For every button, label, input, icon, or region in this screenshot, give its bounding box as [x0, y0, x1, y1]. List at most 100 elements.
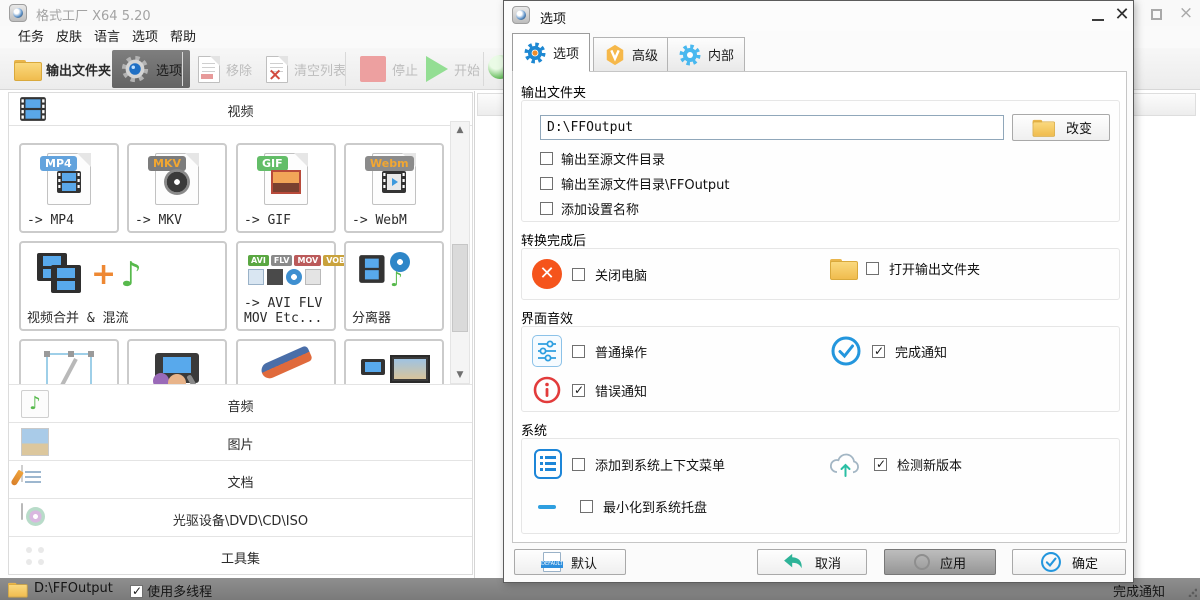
- card-video-join-mux[interactable]: + ♪ 视频合并 & 混流: [19, 241, 227, 331]
- statusbar-output-path[interactable]: D:\FFOutput: [34, 581, 113, 596]
- output-path-input[interactable]: [540, 115, 1004, 140]
- category-toolset[interactable]: 工具集: [9, 536, 472, 574]
- splitter-icon: ♪: [358, 251, 410, 287]
- resize-grip[interactable]: [1188, 588, 1197, 597]
- category-picture[interactable]: 图片: [9, 422, 472, 460]
- category-dvd-cd-iso[interactable]: 光驱设备\DVD\CD\ISO: [9, 498, 472, 536]
- card-crop-tool[interactable]: [19, 339, 119, 384]
- checkbox[interactable]: [572, 458, 585, 471]
- dialog-minimize-button[interactable]: [1087, 4, 1109, 26]
- shield-v-icon: [604, 44, 626, 66]
- card-to-mkv[interactable]: MKV -> MKV: [127, 143, 227, 233]
- stop-icon: [360, 56, 386, 82]
- done-notify-option[interactable]: 完成通知: [830, 335, 947, 367]
- start-button[interactable]: 开始: [418, 50, 488, 88]
- card-eraser-tool[interactable]: [236, 339, 336, 384]
- output-to-source-ffoutput-option[interactable]: 输出至源文件目录\FFOutput: [540, 174, 730, 193]
- dialog-title: 选项: [540, 8, 566, 27]
- maximize-button[interactable]: [1151, 9, 1162, 20]
- scroll-down-arrow[interactable]: ▼: [451, 367, 469, 383]
- ok-button[interactable]: 确定: [1012, 549, 1126, 575]
- statusbar-notify-text: 完成通知: [1113, 581, 1165, 600]
- checkbox[interactable]: [866, 262, 879, 275]
- tab-options[interactable]: 选项: [512, 33, 590, 72]
- menu-skin[interactable]: 皮肤: [50, 28, 88, 47]
- folder-icon: [830, 259, 856, 278]
- tab-internal[interactable]: 内部: [667, 37, 745, 72]
- back-arrow-icon: [783, 553, 805, 571]
- output-to-source-option[interactable]: 输出至源文件目录: [540, 149, 665, 168]
- remove-button[interactable]: 移除: [190, 50, 260, 88]
- menu-language[interactable]: 语言: [88, 28, 126, 47]
- check-update-option[interactable]: 检测新版本: [828, 449, 962, 479]
- multithread-checkbox[interactable]: [130, 585, 143, 598]
- checkbox[interactable]: [572, 384, 585, 397]
- checkbox[interactable]: [572, 268, 585, 281]
- card-video-editor[interactable]: [127, 339, 227, 384]
- category-audio[interactable]: ♪ 音频: [9, 384, 472, 422]
- card-to-gif[interactable]: GIF -> GIF: [236, 143, 336, 233]
- close-button[interactable]: ×: [1176, 3, 1196, 23]
- checkbox[interactable]: [874, 458, 887, 471]
- clear-list-button[interactable]: × 清空列表: [258, 50, 354, 88]
- output-folder-button[interactable]: 输出文件夹: [6, 50, 119, 88]
- menu-options[interactable]: 选项: [126, 28, 164, 47]
- scrollbar-thumb[interactable]: [452, 244, 468, 332]
- card-to-webm[interactable]: Webm -> WebM: [344, 143, 444, 233]
- cancel-button[interactable]: 取消: [757, 549, 867, 575]
- append-setting-name-option[interactable]: 添加设置名称: [540, 199, 639, 218]
- photo-icon: [271, 170, 301, 194]
- panel-scrollbar[interactable]: ▲ ▼: [450, 121, 470, 384]
- checkbox[interactable]: [572, 345, 585, 358]
- gear-icon: [120, 54, 150, 84]
- checkbox[interactable]: [540, 177, 553, 190]
- format-panel: 视频 MP4 -> MP4 MKV -> MKV: [8, 92, 473, 575]
- stop-button[interactable]: 停止: [352, 50, 426, 88]
- card-splitter[interactable]: ♪ 分离器: [344, 241, 444, 331]
- scroll-up-arrow[interactable]: ▲: [451, 122, 469, 138]
- ui-sounds-group: 普通操作 完成通知 错误通知: [521, 326, 1120, 412]
- apply-button[interactable]: 应用: [884, 549, 996, 575]
- card-to-avi-flv-mov[interactable]: AVI FLV MOV VOB -> AVI FLV MOV Etc...: [236, 241, 336, 331]
- check-circle-icon: [830, 335, 862, 367]
- video-section-header[interactable]: 视频: [9, 93, 472, 126]
- checkbox[interactable]: [872, 345, 885, 358]
- card-screen-tool[interactable]: [344, 339, 444, 384]
- context-menu-option[interactable]: 添加到系统上下文菜单: [534, 449, 725, 479]
- checkbox[interactable]: [580, 500, 593, 513]
- options-dialog: 选项 ✕ 选项 高级 内部 输出文件夹 改变: [503, 0, 1134, 583]
- minimize-to-tray-option[interactable]: 最小化到系统托盘: [538, 497, 707, 516]
- default-button[interactable]: DEFAULT 默认: [514, 549, 626, 575]
- menu-help[interactable]: 帮助: [164, 28, 202, 47]
- music-note-icon: ♪: [120, 255, 142, 295]
- category-document[interactable]: 文档: [9, 460, 472, 498]
- open-output-folder-option[interactable]: 打开输出文件夹: [830, 259, 980, 278]
- dialog-titlebar: 选项 ✕: [504, 1, 1133, 31]
- format-mini-icons: [248, 269, 321, 285]
- options-tab-page: 输出文件夹 改变 输出至源文件目录 输出至源文件目录\FFOutput 添加设置…: [512, 71, 1127, 543]
- output-folder-group: 改变 输出至源文件目录 输出至源文件目录\FFOutput 添加设置名称: [521, 100, 1120, 222]
- default-doc-icon: DEFAULT: [543, 552, 561, 572]
- shutdown-option[interactable]: ✕ 关闭电脑: [532, 259, 647, 289]
- checkbox[interactable]: [540, 202, 553, 215]
- remove-file-icon: [198, 56, 220, 83]
- toolbar-separator: [483, 52, 484, 86]
- normal-sound-option[interactable]: 普通操作: [532, 335, 647, 367]
- card-to-mp4[interactable]: MP4 -> MP4: [19, 143, 119, 233]
- change-folder-button[interactable]: 改变: [1012, 114, 1110, 141]
- dialog-close-button[interactable]: ✕: [1111, 3, 1133, 27]
- cloud-upload-icon: [828, 449, 864, 479]
- toolbar-separator: [182, 52, 183, 86]
- menu-task[interactable]: 任务: [12, 28, 50, 47]
- options-button[interactable]: 选项: [112, 50, 190, 88]
- video-cards-grid: MP4 -> MP4 MKV -> MKV GIF: [9, 127, 448, 384]
- eraser-icon: [259, 345, 313, 381]
- multithread-option[interactable]: 使用多线程: [130, 581, 212, 600]
- checkbox[interactable]: [540, 152, 553, 165]
- folder-icon: [14, 60, 40, 79]
- tab-advanced[interactable]: 高级: [593, 37, 669, 72]
- editor-icon: [149, 351, 205, 384]
- sliders-icon: [532, 335, 562, 367]
- film-icon: [56, 170, 82, 194]
- error-notify-option[interactable]: 错误通知: [532, 375, 647, 405]
